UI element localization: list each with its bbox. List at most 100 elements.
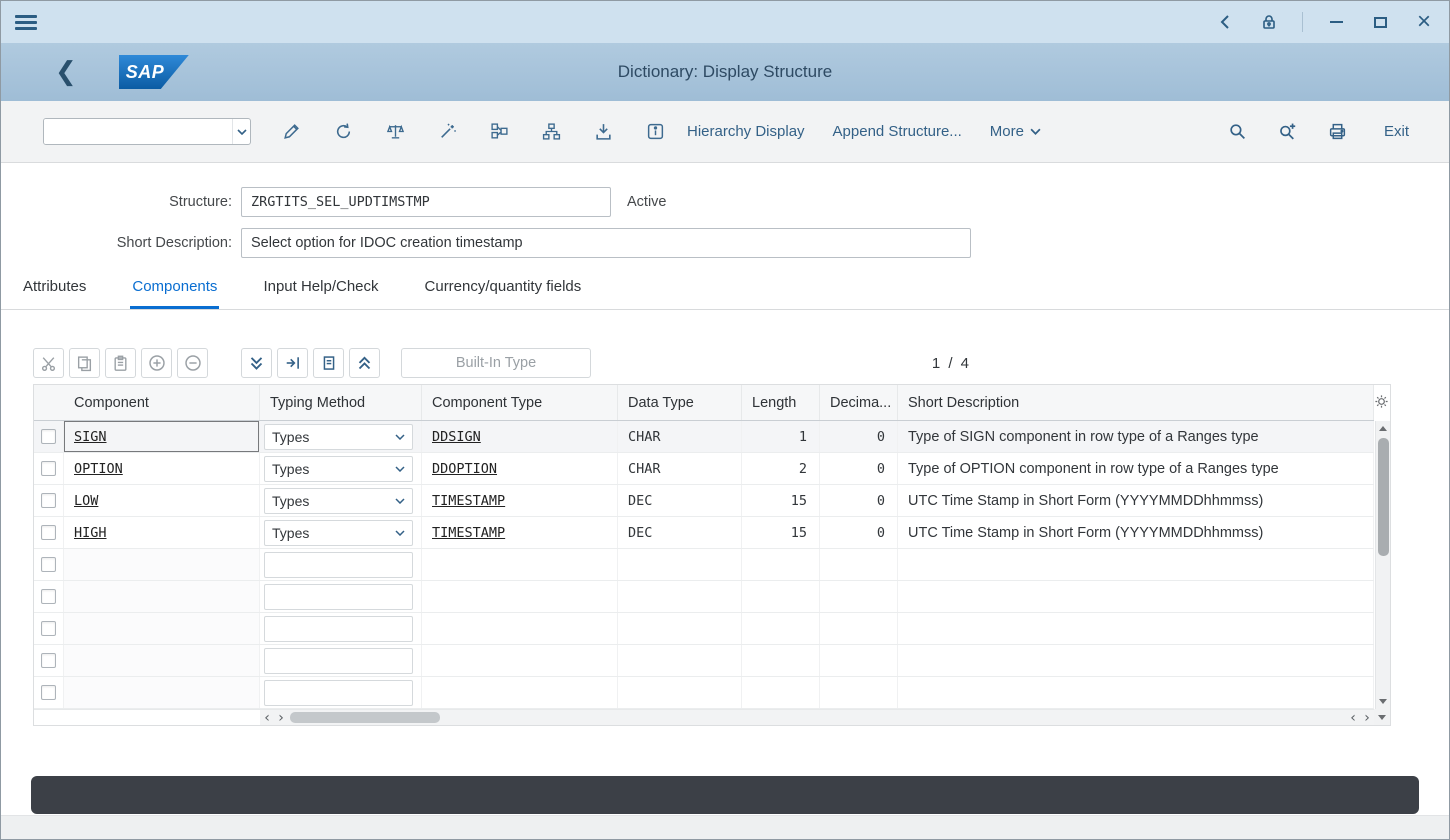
structure-name-field[interactable]: ZRGTITS_SEL_UPDTIMSTMP: [241, 187, 611, 217]
built-in-type-button[interactable]: Built-In Type: [401, 348, 591, 378]
col-component-type[interactable]: Component Type: [422, 385, 618, 420]
command-field[interactable]: [43, 118, 251, 145]
table-row[interactable]: LOW Types TIMESTAMP DEC 15 0 UTC Time St…: [34, 485, 1374, 517]
hierarchy-display-button[interactable]: Hierarchy Display: [673, 114, 819, 150]
component-type-link[interactable]: DDOPTION: [432, 461, 497, 477]
typing-method-dropdown[interactable]: [264, 584, 413, 610]
more-menu-button[interactable]: More: [976, 114, 1055, 150]
delete-row-icon[interactable]: [177, 348, 208, 378]
row-checkbox[interactable]: [41, 525, 56, 540]
select-block-icon[interactable]: [313, 348, 344, 378]
append-structure-button[interactable]: Append Structure...: [819, 114, 976, 150]
scroll-right-icon[interactable]: ›: [274, 711, 288, 725]
import-icon[interactable]: [585, 114, 621, 150]
scroll-down-icon[interactable]: [1376, 694, 1391, 709]
search-plus-icon[interactable]: [1270, 114, 1306, 150]
tab-attributes[interactable]: Attributes: [21, 269, 88, 309]
table-row-empty[interactable]: [34, 581, 1374, 613]
typing-method-dropdown[interactable]: Types: [264, 488, 413, 514]
close-icon[interactable]: ×: [1413, 11, 1435, 33]
scroll-right-icon[interactable]: ›: [1360, 711, 1374, 725]
row-checkbox[interactable]: [41, 429, 56, 444]
component-link[interactable]: HIGH: [74, 525, 107, 541]
col-length[interactable]: Length: [742, 385, 820, 420]
cut-icon[interactable]: [33, 348, 64, 378]
double-up-chevron-icon[interactable]: [349, 348, 380, 378]
activate-icon[interactable]: [429, 114, 465, 150]
table-row[interactable]: SIGN Types DDSIGN CHAR 1 0 Type of SIGN …: [34, 421, 1374, 453]
chevron-down-icon: [1030, 128, 1041, 135]
vertical-scrollbar[interactable]: [1375, 421, 1390, 709]
component-link[interactable]: OPTION: [74, 461, 123, 477]
table-settings-gear-icon[interactable]: [1374, 394, 1389, 412]
display-change-icon[interactable]: [273, 114, 309, 150]
component-link[interactable]: SIGN: [74, 429, 107, 445]
command-input[interactable]: [44, 119, 232, 144]
scales-icon[interactable]: [377, 114, 413, 150]
typing-method-dropdown[interactable]: [264, 616, 413, 642]
minimize-icon[interactable]: [1325, 11, 1347, 33]
hscroll-thumb[interactable]: [290, 712, 440, 723]
typing-method-dropdown[interactable]: Types: [264, 456, 413, 482]
row-checkbox[interactable]: [41, 653, 56, 668]
paste-icon[interactable]: [105, 348, 136, 378]
typing-method-dropdown[interactable]: Types: [264, 520, 413, 546]
col-data-type[interactable]: Data Type: [618, 385, 742, 420]
tab-currency-quantity-fields[interactable]: Currency/quantity fields: [423, 269, 584, 309]
short-description-cell: UTC Time Stamp in Short Form (YYYYMMDDhh…: [898, 517, 1374, 548]
command-dropdown-icon[interactable]: [232, 119, 250, 144]
print-icon[interactable]: [1320, 114, 1356, 150]
scroll-left-icon[interactable]: ‹: [260, 711, 274, 725]
col-typing-method[interactable]: Typing Method: [260, 385, 422, 420]
search-icon[interactable]: [1220, 114, 1256, 150]
menu-hamburger-icon[interactable]: [15, 12, 37, 33]
scroll-up-icon[interactable]: [1376, 421, 1391, 436]
col-component[interactable]: Component: [64, 385, 260, 420]
info-icon[interactable]: [637, 114, 673, 150]
component-type-link[interactable]: DDSIGN: [432, 429, 481, 445]
horizontal-scrollbar[interactable]: ‹ › ‹ ›: [34, 709, 1374, 725]
insert-row-icon[interactable]: [141, 348, 172, 378]
col-decimals[interactable]: Decima...: [820, 385, 898, 420]
row-checkbox[interactable]: [41, 589, 56, 604]
lock-icon[interactable]: [1258, 11, 1280, 33]
table-row[interactable]: HIGH Types TIMESTAMP DEC 15 0 UTC Time S…: [34, 517, 1374, 549]
maximize-icon[interactable]: [1369, 11, 1391, 33]
copy-icon[interactable]: [69, 348, 100, 378]
insert-line-icon[interactable]: [277, 348, 308, 378]
typing-method-dropdown[interactable]: Types: [264, 424, 413, 450]
row-checkbox[interactable]: [41, 557, 56, 572]
hierarchy-icon[interactable]: [533, 114, 569, 150]
double-down-chevron-icon[interactable]: [241, 348, 272, 378]
typing-method-dropdown[interactable]: [264, 552, 413, 578]
component-type-link[interactable]: TIMESTAMP: [432, 525, 505, 541]
refresh-icon[interactable]: [325, 114, 361, 150]
row-pagination: 1 / 4: [932, 355, 971, 372]
table-row-empty[interactable]: [34, 677, 1374, 709]
scroll-left-icon[interactable]: ‹: [1346, 711, 1360, 725]
tab-components[interactable]: Components: [130, 269, 219, 309]
sap-gui-window: × Dictionary: Display Structure ❮ SAP: [0, 0, 1450, 840]
table-row-empty[interactable]: [34, 549, 1374, 581]
scroll-down-icon[interactable]: [1374, 709, 1390, 725]
short-description-field[interactable]: Select option for IDOC creation timestam…: [241, 228, 971, 258]
tab-input-help-check[interactable]: Input Help/Check: [261, 269, 380, 309]
col-short-description[interactable]: Short Description: [898, 385, 1374, 420]
component-link[interactable]: LOW: [74, 493, 98, 509]
exit-button[interactable]: Exit: [1370, 114, 1423, 150]
table-row-empty[interactable]: [34, 613, 1374, 645]
back-button[interactable]: ❮: [55, 59, 77, 85]
vscroll-thumb[interactable]: [1378, 438, 1389, 556]
row-checkbox[interactable]: [41, 621, 56, 636]
where-used-icon[interactable]: [481, 114, 517, 150]
row-checkbox[interactable]: [41, 493, 56, 508]
component-type-link[interactable]: TIMESTAMP: [432, 493, 505, 509]
typing-method-dropdown[interactable]: [264, 648, 413, 674]
table-row-empty[interactable]: [34, 645, 1374, 677]
typing-method-dropdown[interactable]: [264, 680, 413, 706]
row-checkbox[interactable]: [41, 461, 56, 476]
row-checkbox[interactable]: [41, 685, 56, 700]
nav-back-icon[interactable]: [1214, 11, 1236, 33]
table-row[interactable]: OPTION Types DDOPTION CHAR 2 0 Type of O…: [34, 453, 1374, 485]
select-all-header[interactable]: [34, 385, 64, 420]
